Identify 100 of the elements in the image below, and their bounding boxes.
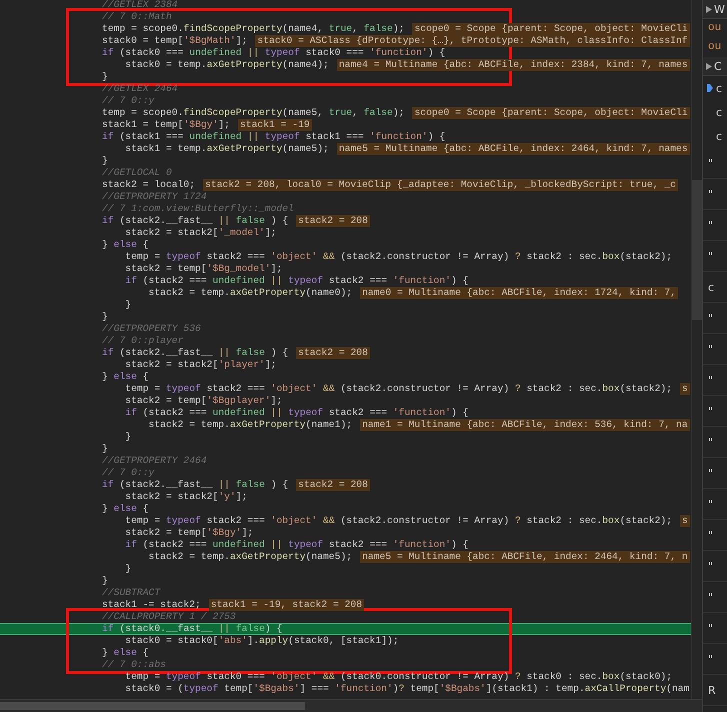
- code-comment: //GETLEX 2384: [102, 0, 178, 11]
- code-line: }: [124, 431, 132, 443]
- code-comment: // 7 1:com.view:Butterfly::_model: [102, 203, 294, 215]
- code-comment: //SUBTRACT: [102, 587, 160, 599]
- code-comment: // 7 0::y: [102, 467, 154, 479]
- scope-row[interactable]: ": [703, 148, 727, 179]
- code-comment: // 7 0::abs: [102, 659, 166, 671]
- inline-value: scope0 = Scope {parent: Scope, object: MovieCli: [412, 107, 690, 119]
- code-line: stack2 = stack2['_model'];: [124, 227, 276, 239]
- scope-row[interactable]: ": [703, 210, 727, 241]
- code-line: if (stack2.__fast__ || false ) {: [102, 347, 288, 359]
- code-line: if (stack0 === undefined || typeof stack0 === 'function') {: [102, 47, 446, 59]
- code-line: stack2 = stack2['player'];: [124, 359, 276, 371]
- code-line: }: [102, 443, 108, 455]
- scope-row[interactable]: ": [703, 458, 727, 489]
- code-line: if (stack1 === undefined || typeof stack1 === 'function') {: [102, 131, 446, 143]
- code-line: stack2 = temp.axGetProperty(name0);: [148, 287, 352, 299]
- code-line: temp = scope0.findScopeProperty(name5, true, false);: [102, 107, 404, 119]
- code-comment: //GETLEX 2464: [102, 83, 178, 95]
- inline-value: name0 = Multiname {abc: ABCFile, index: 1724, kind: 7,: [360, 287, 678, 299]
- code-line: temp = typeof stack2 === 'object' && (stack2.constructor != Array) ? stack2 : sec.box(stack2);: [124, 383, 672, 395]
- code-line: stack2 = temp.axGetProperty(name1);: [148, 419, 352, 431]
- triangle-icon[interactable]: [706, 6, 712, 12]
- scope-row[interactable]: R: [703, 675, 727, 706]
- code-line: }: [124, 563, 132, 575]
- code-line: }: [102, 575, 108, 587]
- code-comment: //GETPROPERTY 2464: [102, 455, 207, 467]
- code-line: }: [124, 299, 132, 311]
- scope-row[interactable]: ": [703, 489, 727, 520]
- code-line: stack0 = temp['$BgMath'];: [102, 35, 248, 47]
- code-comment: //GETPROPERTY 536: [102, 323, 201, 335]
- scope-row[interactable]: ": [703, 644, 727, 675]
- code-line: }: [102, 71, 108, 83]
- watch-expression[interactable]: ou: [703, 19, 727, 38]
- inline-value: stack2 = 208: [296, 347, 370, 359]
- code-line: temp = typeof stack0 === 'object' && (stack0.constructor != Array) ? stack0 : sec.box(stack0);: [124, 671, 672, 683]
- code-line: stack0 = temp.axGetProperty(name4);: [124, 59, 329, 71]
- inline-value: name1 = Multiname {abc: ABCFile, index: 536, kind: 7, na: [360, 419, 690, 431]
- code-line: stack1 -= stack2;: [102, 599, 201, 611]
- inline-value: s: [680, 383, 690, 395]
- vertical-scrollbar[interactable]: [691, 0, 702, 699]
- code-comment: //GETPROPERTY 1724: [102, 191, 207, 203]
- code-line: stack2 = temp.axGetProperty(name5);: [148, 551, 352, 563]
- inline-value: stack2 = 208, local0 = MovieClip {_adaptee: MovieClip, _blockedByScript: true, _c: [203, 179, 678, 191]
- inline-value: stack1 = -19, stack2 = 208: [208, 599, 364, 611]
- scope-row[interactable]: ": [703, 241, 727, 272]
- scope-row[interactable]: ": [703, 396, 727, 427]
- scope-row[interactable]: ": [703, 551, 727, 582]
- scope-row[interactable]: ": [703, 334, 727, 365]
- triangle-icon[interactable]: [706, 62, 712, 70]
- code-line: }: [102, 311, 108, 323]
- inline-value: stack2 = 208: [296, 215, 370, 227]
- code-line: } else {: [102, 647, 149, 659]
- code-line: if (stack2.__fast__ || false ) {: [102, 479, 288, 491]
- scope-row[interactable]: ": [703, 427, 727, 458]
- code-line: }: [102, 155, 108, 167]
- inline-value: name5 = Multiname {abc: ABCFile, index: 2464, kind: 7, names: [336, 143, 690, 155]
- code-line: temp = typeof stack2 === 'object' && (stack2.constructor != Array) ? stack2 : sec.box(stack2);: [124, 515, 672, 527]
- code-line: } else {: [102, 503, 149, 515]
- code-line: stack2 = temp['$Bgplayer'];: [124, 395, 282, 407]
- code-line: if (stack2 === undefined || typeof stack2 === 'function') {: [124, 407, 468, 419]
- code-line: if (stack0.__fast__ || false) {: [102, 623, 282, 635]
- scope-row[interactable]: ": [703, 582, 727, 613]
- code-line: stack2 = local0;: [102, 179, 196, 191]
- inline-value: name5 = Multiname {abc: ABCFile, index: 2464, kind: 7, n: [360, 551, 690, 563]
- code-comment: // 7 0::player: [102, 335, 184, 347]
- code-line: stack1 = temp['$Bgy'];: [102, 119, 230, 131]
- scope-row[interactable]: ": [703, 303, 727, 334]
- watch-expression[interactable]: ou: [703, 38, 727, 57]
- code-line: if (stack2 === undefined || typeof stack2 === 'function') {: [124, 275, 468, 287]
- code-line: stack1 = temp.axGetProperty(name5);: [124, 143, 329, 155]
- inline-value: stack0 = ASClass {dPrototype: {…}, tPrototype: ASMath, classInfo: ClassInf: [255, 35, 690, 47]
- code-line: } else {: [102, 371, 149, 383]
- inline-value: stack2 = 208: [296, 479, 370, 491]
- code-comment: // 7 0::y: [102, 95, 154, 107]
- code-line: stack2 = stack2['y'];: [124, 491, 248, 503]
- code-line: temp = typeof stack2 === 'object' && (stack2.constructor != Array) ? stack2 : sec.box(stack2);: [124, 251, 672, 263]
- code-line: } else {: [102, 239, 149, 251]
- inline-value: stack1 = -19: [238, 119, 312, 131]
- code-line: temp = scope0.findScopeProperty(name4, true, false);: [102, 23, 404, 35]
- inline-value: s: [680, 515, 690, 527]
- code-line: if (stack2.__fast__ || false ) {: [102, 215, 288, 227]
- code-comment: //CALLPROPERTY 1 / 2753: [102, 611, 236, 623]
- scope-row[interactable]: ": [703, 179, 727, 210]
- code-line: stack0 = (typeof temp['$Bgabs'] === 'function')? temp['$Bgabs'](stack1) : temp.axCallProperty(nam: [124, 683, 690, 695]
- code-line: stack0 = stack0['abs'].apply(stack0, [stack1]);: [124, 635, 399, 647]
- code-line: stack2 = temp['$Bgy'];: [124, 527, 254, 539]
- call-frame[interactable]: c: [716, 130, 722, 142]
- code-line: if (stack2 === undefined || typeof stack2 === 'function') {: [124, 539, 468, 551]
- scope-row[interactable]: ": [703, 365, 727, 396]
- code-line: stack2 = temp['$Bg_model'];: [124, 263, 282, 275]
- inline-value: name4 = Multiname {abc: ABCFile, index: 2384, kind: 7, names: [336, 59, 690, 71]
- code-comment: //GETLOCAL 0: [102, 167, 172, 179]
- horizontal-scrollbar[interactable]: [0, 699, 702, 712]
- call-frame[interactable]: c: [716, 82, 722, 94]
- call-frame[interactable]: c: [716, 106, 722, 118]
- scope-row[interactable]: c: [703, 272, 727, 303]
- scope-row[interactable]: ": [703, 613, 727, 644]
- inline-value: scope0 = Scope {parent: Scope, object: MovieCli: [412, 23, 690, 35]
- scope-row[interactable]: ": [703, 520, 727, 551]
